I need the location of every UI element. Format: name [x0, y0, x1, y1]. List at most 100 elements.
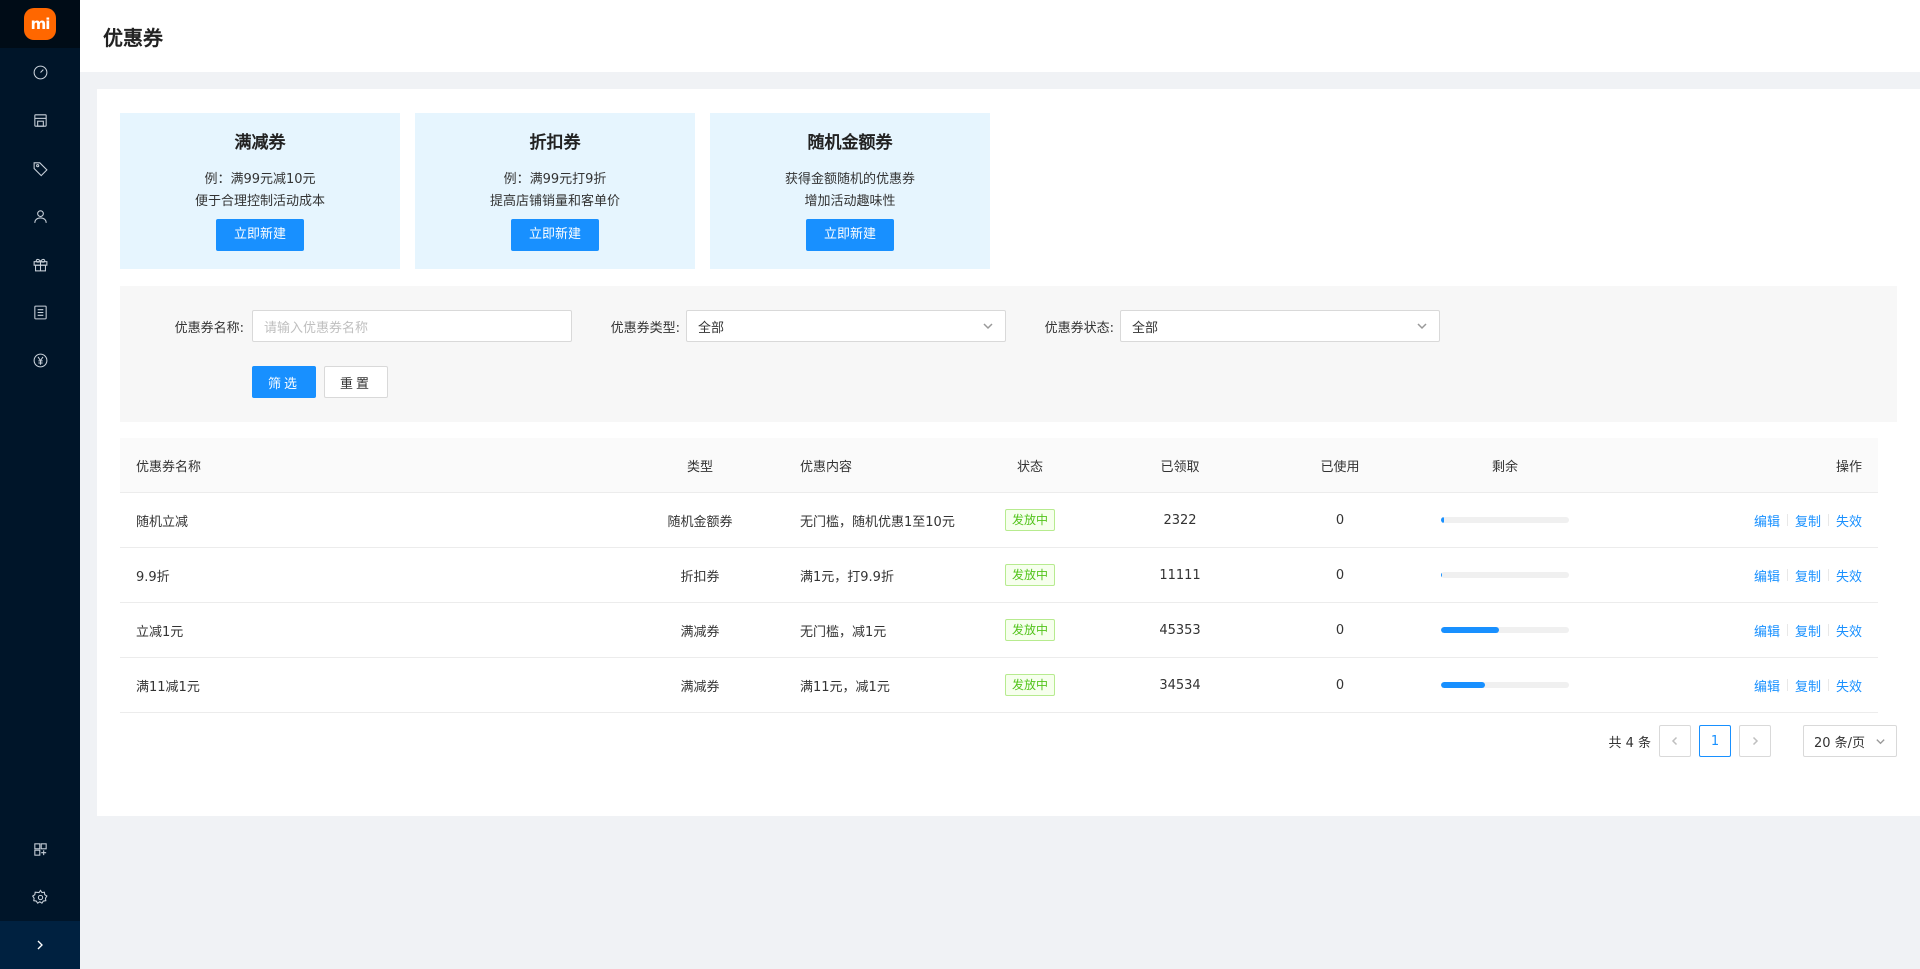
sidebar-item-finance[interactable] — [0, 336, 80, 384]
status-badge: 发放中 — [1004, 564, 1055, 586]
edit-link[interactable]: 编辑 — [1754, 621, 1780, 640]
next-page-button[interactable] — [1739, 725, 1771, 757]
disable-link[interactable]: 失效 — [1836, 621, 1862, 640]
chevron-down-icon — [1876, 738, 1885, 744]
remaining-progress-bar — [1441, 572, 1569, 578]
table-row: 立减1元 满减券 无门槛，减1元 发放中 45353 0 编辑 复制 失效 — [120, 603, 1878, 658]
chevron-down-icon — [983, 323, 993, 330]
page-button-current[interactable]: 1 — [1699, 725, 1731, 757]
coupon-name: 随机立减 — [136, 514, 189, 530]
disable-link[interactable]: 失效 — [1836, 676, 1862, 695]
main-content: 满减券 例：满99元减10元 便于合理控制活动成本 立即新建 折扣券 例：满99… — [97, 89, 1920, 816]
reset-button[interactable]: 重置 — [324, 366, 388, 398]
divider — [1827, 514, 1829, 526]
table-body: 随机立减 随机金额券 无门槛，随机优惠1至10元 发放中 2322 0 编辑 复制 失效 9.9折… — [120, 493, 1878, 713]
coupon-received: 2322 — [1163, 512, 1197, 528]
copy-link[interactable]: 复制 — [1795, 676, 1821, 695]
row-actions: 编辑 复制 失效 — [1615, 511, 1878, 530]
page-size-value: 20 条/页 — [1814, 735, 1866, 751]
create-full-reduction-button[interactable]: 立即新建 — [216, 219, 304, 251]
logo[interactable]: mi — [24, 8, 56, 40]
col-header-received: 已领取 — [1160, 459, 1200, 475]
page-title: 优惠券 — [103, 25, 163, 50]
coupon-name: 满11减1元 — [136, 679, 200, 695]
sidebar-item-apps[interactable] — [0, 825, 80, 873]
copy-link[interactable]: 复制 — [1795, 621, 1821, 640]
sidebar-item-orders[interactable] — [0, 288, 80, 336]
row-actions: 编辑 复制 失效 — [1615, 621, 1878, 640]
sidebar-item-user[interactable] — [0, 192, 80, 240]
logo-area[interactable]: mi — [0, 0, 80, 48]
col-header-ops: 操作 — [1835, 459, 1862, 475]
divider — [1786, 514, 1788, 526]
coupon-type-card-random: 随机金额券 获得金额随机的优惠券 增加活动趣味性 立即新建 — [710, 113, 990, 269]
remaining-progress-fill — [1441, 682, 1485, 688]
remaining-progress-bar — [1441, 517, 1569, 523]
table-row: 9.9折 折扣券 满1元，打9.9折 发放中 11111 0 编辑 复制 失效 — [120, 548, 1878, 603]
sidebar: mi — [0, 0, 80, 969]
dashboard-icon — [33, 65, 47, 79]
status-filter-label: 优惠券状态: — [1044, 320, 1114, 336]
divider — [1827, 569, 1829, 581]
prev-page-button[interactable] — [1659, 725, 1691, 757]
edit-link[interactable]: 编辑 — [1754, 511, 1780, 530]
filter-button[interactable]: 筛选 — [252, 366, 316, 398]
coupon-status-cell: 发放中 — [985, 619, 1075, 641]
coupon-type-select[interactable]: 全部 — [686, 310, 1006, 342]
sidebar-item-dashboard[interactable] — [0, 48, 80, 96]
coupon-type-card-discount: 折扣券 例：满99元打9折 提高店铺销量和客单价 立即新建 — [415, 113, 695, 269]
remaining-progress-fill — [1441, 517, 1444, 523]
coupon-used: 0 — [1335, 512, 1345, 528]
disable-link[interactable]: 失效 — [1836, 511, 1862, 530]
coupon-received: 11111 — [1159, 567, 1201, 583]
create-random-button[interactable]: 立即新建 — [806, 219, 894, 251]
remaining-progress-fill — [1441, 627, 1499, 633]
card-desc: 便于合理控制活动成本 — [194, 194, 325, 209]
col-header-used: 已使用 — [1320, 459, 1360, 475]
coupon-name-input[interactable]: 请输入优惠券名称 — [252, 310, 572, 342]
sidebar-collapse-toggle[interactable] — [0, 921, 80, 969]
status-badge: 发放中 — [1004, 674, 1055, 696]
coupon-name: 9.9折 — [136, 569, 170, 585]
card-desc: 提高店铺销量和客单价 — [489, 194, 620, 209]
tag-icon — [33, 161, 48, 176]
edit-link[interactable]: 编辑 — [1754, 566, 1780, 585]
apps-icon — [33, 842, 47, 856]
coupon-content: 满1元，打9.9折 — [800, 569, 894, 585]
list-icon — [33, 305, 47, 319]
sidebar-item-tag[interactable] — [0, 144, 80, 192]
card-title: 满减券 — [234, 133, 286, 153]
user-icon — [33, 209, 47, 223]
coupon-content: 满11元，减1元 — [800, 679, 890, 695]
page-size-select[interactable]: 20 条/页 — [1803, 725, 1897, 757]
row-actions: 编辑 复制 失效 — [1615, 566, 1878, 585]
divider — [1786, 624, 1788, 636]
remaining-progress-bar — [1441, 627, 1569, 633]
table-header: 优惠券名称 类型 优惠内容 状态 已领取 已使用 剩余 操作 — [120, 438, 1878, 493]
disable-link[interactable]: 失效 — [1836, 566, 1862, 585]
filter-panel: 优惠券名称: 请输入优惠券名称 优惠券类型: 全部 优惠券状态: 全部 筛选 重… — [120, 286, 1897, 422]
chevron-right-icon — [1752, 736, 1759, 746]
coupon-received: 34534 — [1159, 677, 1201, 693]
coupon-used: 0 — [1335, 622, 1345, 638]
sidebar-item-gift[interactable] — [0, 240, 80, 288]
coupon-table: 优惠券名称 类型 优惠内容 状态 已领取 已使用 剩余 操作 随机立减 随机金额券… — [120, 438, 1878, 713]
coupon-type: 满减券 — [680, 624, 720, 640]
sidebar-item-shop[interactable] — [0, 96, 80, 144]
remaining-progress-fill — [1441, 572, 1443, 578]
coupon-type: 满减券 — [680, 679, 720, 695]
col-header-type: 类型 — [686, 459, 713, 475]
table-row: 满11减1元 满减券 满11元，减1元 发放中 34534 0 编辑 复制 失效 — [120, 658, 1878, 713]
edit-link[interactable]: 编辑 — [1754, 676, 1780, 695]
divider — [1786, 569, 1788, 581]
coupon-status-select[interactable]: 全部 — [1120, 310, 1440, 342]
filter-row: 优惠券名称: 请输入优惠券名称 优惠券类型: 全部 优惠券状态: 全部 — [120, 310, 1440, 342]
sidebar-item-settings[interactable] — [0, 873, 80, 921]
create-discount-button[interactable]: 立即新建 — [511, 219, 599, 251]
card-desc: 增加活动趣味性 — [804, 194, 896, 209]
copy-link[interactable]: 复制 — [1795, 511, 1821, 530]
coupon-content: 无门槛，减1元 — [800, 624, 887, 640]
copy-link[interactable]: 复制 — [1795, 566, 1821, 585]
yuan-icon — [33, 353, 47, 367]
coupon-used: 0 — [1335, 567, 1345, 583]
